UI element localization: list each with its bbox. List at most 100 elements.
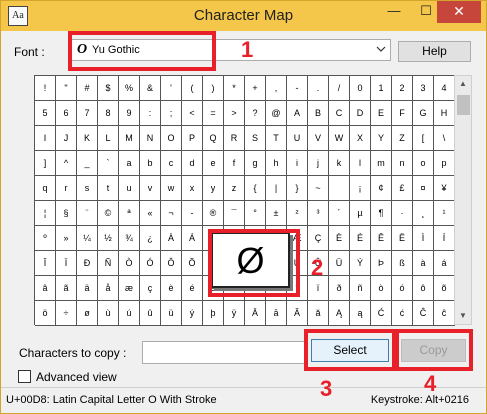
character-cell[interactable]: ! <box>35 76 56 101</box>
character-cell[interactable]: ñ <box>350 276 371 301</box>
character-cell[interactable]: ` <box>98 151 119 176</box>
scroll-down-arrow-icon[interactable]: ▼ <box>455 308 471 324</box>
character-cell[interactable]: f <box>224 151 245 176</box>
character-cell[interactable]: Ā <box>245 301 266 326</box>
scroll-up-arrow-icon[interactable]: ▲ <box>455 76 471 92</box>
character-cell[interactable]: - <box>287 76 308 101</box>
character-cell[interactable]: % <box>119 76 140 101</box>
character-cell[interactable]: â <box>35 276 56 301</box>
character-cell[interactable]: ú <box>119 301 140 326</box>
character-cell[interactable]: j <box>308 151 329 176</box>
character-cell[interactable]: ¶ <box>371 201 392 226</box>
character-cell[interactable]: Þ <box>371 251 392 276</box>
character-cell[interactable]: à <box>413 251 434 276</box>
character-cell[interactable]: ă <box>308 301 329 326</box>
character-cell[interactable]: " <box>56 76 77 101</box>
character-cell[interactable]: L <box>98 126 119 151</box>
character-cell[interactable]: V <box>308 126 329 151</box>
character-cell[interactable]: 8 <box>98 101 119 126</box>
character-cell[interactable]: · <box>392 201 413 226</box>
character-cell[interactable]: o <box>413 151 434 176</box>
character-cell[interactable]: ´ <box>329 201 350 226</box>
character-cell[interactable]: C <box>329 101 350 126</box>
character-cell[interactable]: ® <box>203 201 224 226</box>
character-cell[interactable]: æ <box>119 276 140 301</box>
character-cell[interactable]: p <box>434 151 455 176</box>
character-cell[interactable]: l <box>350 151 371 176</box>
character-cell[interactable]: r <box>56 176 77 201</box>
character-cell[interactable]: ç <box>140 276 161 301</box>
character-cell[interactable]: ¼ <box>77 226 98 251</box>
character-cell[interactable]: t <box>98 176 119 201</box>
character-cell[interactable]: n <box>392 151 413 176</box>
character-cell[interactable]: £ <box>392 176 413 201</box>
character-cell[interactable]: õ <box>434 276 455 301</box>
character-cell[interactable]: i <box>287 151 308 176</box>
character-cell[interactable]: ĉ <box>434 301 455 326</box>
character-cell[interactable]: K <box>77 126 98 151</box>
character-cell[interactable]: 6 <box>56 101 77 126</box>
character-cell[interactable]: | <box>266 176 287 201</box>
character-cell[interactable]: « <box>140 201 161 226</box>
character-cell[interactable]: ć <box>392 301 413 326</box>
character-cell[interactable]: Ô <box>161 251 182 276</box>
character-cell[interactable]: X <box>350 126 371 151</box>
character-cell[interactable]: Ï <box>56 251 77 276</box>
character-cell[interactable]: ò <box>371 276 392 301</box>
character-cell[interactable]: á <box>434 251 455 276</box>
character-cell[interactable]: w <box>161 176 182 201</box>
character-cell[interactable]: ~ <box>308 176 329 201</box>
character-cell[interactable]: = <box>203 101 224 126</box>
character-cell[interactable]: ½ <box>98 226 119 251</box>
character-cell[interactable]: º <box>35 226 56 251</box>
character-cell[interactable]: m <box>371 151 392 176</box>
character-cell[interactable]: ¬ <box>161 201 182 226</box>
character-cell[interactable]: ã <box>56 276 77 301</box>
character-cell[interactable]: ù <box>98 301 119 326</box>
character-cell[interactable]: h <box>266 151 287 176</box>
character-cell[interactable]: Ą <box>329 301 350 326</box>
character-cell[interactable]: } <box>287 176 308 201</box>
character-cell[interactable]: Ĉ <box>413 301 434 326</box>
character-cell[interactable]: Q <box>203 126 224 151</box>
character-cell[interactable]: ³ <box>308 201 329 226</box>
title-bar[interactable]: Aa Character Map — ☐ ✕ <box>1 1 486 31</box>
character-cell[interactable]: Ê <box>371 226 392 251</box>
character-cell[interactable]: [ <box>413 126 434 151</box>
character-cell[interactable]: 3 <box>413 76 434 101</box>
character-cell[interactable]: ð <box>329 276 350 301</box>
character-cell[interactable]: g <box>245 151 266 176</box>
character-cell[interactable]: ¹ <box>434 201 455 226</box>
character-cell[interactable]: 9 <box>119 101 140 126</box>
character-cell[interactable]: D <box>350 101 371 126</box>
character-cell[interactable]: Ì <box>413 226 434 251</box>
character-cell[interactable]: Ü <box>329 251 350 276</box>
character-cell[interactable]: k <box>329 151 350 176</box>
character-cell[interactable] <box>329 176 350 201</box>
character-cell[interactable]: Ð <box>77 251 98 276</box>
character-cell[interactable]: ; <box>161 101 182 126</box>
character-cell[interactable]: À <box>161 226 182 251</box>
character-cell[interactable]: Z <box>392 126 413 151</box>
character-cell[interactable]: ¾ <box>119 226 140 251</box>
character-cell[interactable]: » <box>56 226 77 251</box>
character-cell[interactable]: . <box>308 76 329 101</box>
character-cell[interactable]: ä <box>77 276 98 301</box>
character-cell[interactable]: I <box>35 126 56 151</box>
character-cell[interactable]: ² <box>287 201 308 226</box>
character-cell[interactable]: @ <box>266 101 287 126</box>
character-cell[interactable]: u <box>119 176 140 201</box>
character-cell[interactable]: ü <box>161 301 182 326</box>
character-cell[interactable]: W <box>329 126 350 151</box>
character-cell[interactable]: Ç <box>308 226 329 251</box>
character-cell[interactable]: { <box>245 176 266 201</box>
close-button[interactable]: ✕ <box>437 1 481 23</box>
character-cell[interactable]: È <box>329 226 350 251</box>
character-cell[interactable]: z <box>224 176 245 201</box>
character-cell[interactable]: ó <box>392 276 413 301</box>
character-cell[interactable]: Í <box>434 226 455 251</box>
character-cell[interactable]: ° <box>245 201 266 226</box>
character-cell[interactable]: Õ <box>182 251 203 276</box>
character-cell[interactable]: 7 <box>77 101 98 126</box>
character-cell[interactable]: å <box>98 276 119 301</box>
